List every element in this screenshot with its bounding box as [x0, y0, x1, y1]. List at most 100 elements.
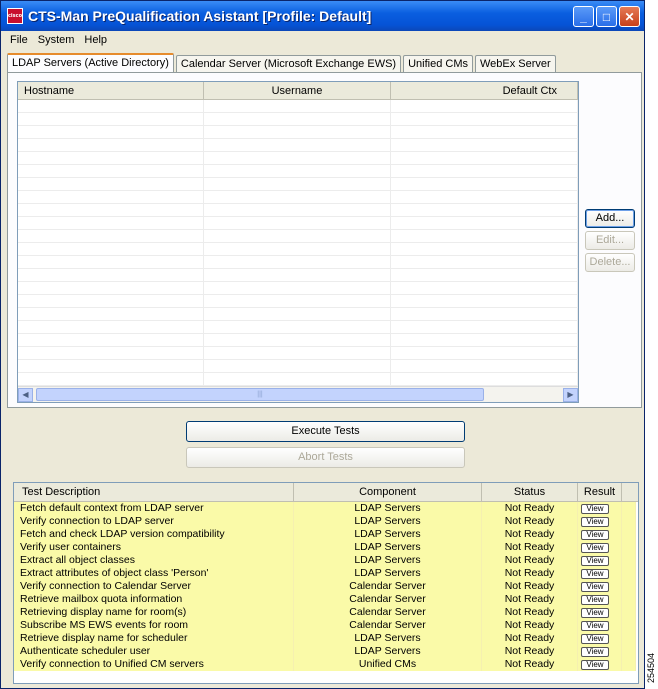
title-bar[interactable]: cisco CTS-Man PreQualification Asistant … [1, 1, 644, 31]
result-row[interactable]: Extract attributes of object class 'Pers… [14, 567, 638, 580]
result-row[interactable]: Fetch and check LDAP version compatibili… [14, 528, 638, 541]
result-row[interactable]: Verify connection to Calendar Server Cale… [14, 580, 638, 593]
ldap-tab-panel: Hostname Username Default Ctx ◀ ||| ▶ [7, 72, 642, 408]
server-table-cell [18, 165, 205, 177]
maximize-button[interactable]: □ [596, 6, 617, 27]
column-status[interactable]: Status [482, 483, 578, 501]
column-hostname[interactable]: Hostname [18, 82, 205, 99]
tab-calendar-server[interactable]: Calendar Server (Microsoft Exchange EWS) [175, 55, 402, 73]
result-row[interactable]: Verify connection to LDAP server LDAP Ser… [14, 515, 638, 528]
delete-button[interactable]: Delete... [585, 253, 635, 272]
result-component: LDAP Servers [294, 541, 482, 554]
server-table-empty-row [18, 321, 578, 334]
server-table-cell [18, 113, 205, 125]
view-result-button[interactable]: View [581, 594, 609, 605]
column-username[interactable]: Username [204, 82, 391, 99]
scroll-right-arrow-icon[interactable]: ▶ [563, 387, 578, 402]
result-row[interactable]: Retrieve mailbox quota information Calend… [14, 593, 638, 606]
execute-tests-button[interactable]: Execute Tests [186, 421, 465, 442]
server-table-cell [391, 347, 578, 359]
view-result-button[interactable]: View [581, 581, 609, 592]
result-description: Retrieving display name for room(s) [14, 606, 294, 619]
result-row-pad [622, 515, 636, 528]
view-result-button[interactable]: View [581, 646, 609, 657]
result-description: Fetch and check LDAP version compatibili… [14, 528, 294, 541]
results-table[interactable]: Test Description Component Status Result… [13, 482, 639, 684]
server-table-cell [204, 334, 391, 346]
server-table-cell [204, 347, 391, 359]
result-description: Retrieve display name for scheduler [14, 632, 294, 645]
scroll-left-arrow-icon[interactable]: ◀ [18, 387, 33, 402]
server-table-cell [391, 230, 578, 242]
server-table-cell [18, 243, 205, 255]
column-default-ctx[interactable]: Default Ctx [391, 82, 578, 99]
result-row[interactable]: Verify connection to Unified CM servers U… [14, 658, 638, 671]
result-row[interactable]: Authenticate scheduler user LDAP Servers N… [14, 645, 638, 658]
column-test-description[interactable]: Test Description [14, 483, 294, 501]
server-table-cell [18, 334, 205, 346]
tab-ldap-servers[interactable]: LDAP Servers (Active Directory) [7, 53, 174, 73]
server-table-cell [204, 373, 391, 385]
view-result-button[interactable]: View [581, 529, 609, 540]
menu-help[interactable]: Help [79, 34, 112, 46]
result-cell: View [578, 593, 622, 606]
result-cell: View [578, 502, 622, 515]
result-row[interactable]: Retrieving display name for room(s) Calen… [14, 606, 638, 619]
edit-button[interactable]: Edit... [585, 231, 635, 250]
close-button[interactable]: ✕ [619, 6, 640, 27]
menu-system[interactable]: System [33, 34, 80, 46]
server-table-empty-row [18, 334, 578, 347]
server-table-cell [391, 308, 578, 320]
view-result-button[interactable]: View [581, 568, 609, 579]
server-table-cell [204, 308, 391, 320]
result-row-pad [622, 645, 636, 658]
abort-tests-button[interactable]: Abort Tests [186, 447, 465, 468]
result-component: Calendar Server [294, 580, 482, 593]
result-description: Verify connection to Unified CM servers [14, 658, 294, 671]
server-table-header: Hostname Username Default Ctx [18, 82, 578, 100]
result-cell: View [578, 658, 622, 671]
server-table-cell [391, 256, 578, 268]
server-table-cell [18, 191, 205, 203]
result-status: Not Ready [482, 619, 578, 632]
result-description: Extract all object classes [14, 554, 294, 567]
server-table-cell [204, 269, 391, 281]
result-row[interactable]: Extract all object classes LDAP Servers No… [14, 554, 638, 567]
server-table-body[interactable] [18, 100, 578, 386]
result-description: Authenticate scheduler user [14, 645, 294, 658]
result-row[interactable]: Verify user containers LDAP Servers Not Re… [14, 541, 638, 554]
view-result-button[interactable]: View [581, 659, 609, 670]
result-component: LDAP Servers [294, 567, 482, 580]
server-table-cell [18, 269, 205, 281]
server-table-cell [204, 178, 391, 190]
view-result-button[interactable]: View [581, 620, 609, 631]
view-result-button[interactable]: View [581, 555, 609, 566]
result-row[interactable]: Fetch default context from LDAP server LD… [14, 502, 638, 515]
server-table[interactable]: Hostname Username Default Ctx ◀ ||| ▶ [17, 81, 579, 403]
view-result-button[interactable]: View [581, 607, 609, 618]
server-table-empty-row [18, 204, 578, 217]
server-table-cell [18, 360, 205, 372]
result-status: Not Ready [482, 606, 578, 619]
view-result-button[interactable]: View [581, 542, 609, 553]
view-result-button[interactable]: View [581, 503, 609, 514]
tab-webex-server[interactable]: WebEx Server [474, 55, 556, 73]
column-result[interactable]: Result [578, 483, 622, 501]
server-table-cell [391, 282, 578, 294]
server-table-cell [204, 126, 391, 138]
scroll-thumb[interactable]: ||| [36, 388, 484, 401]
result-cell: View [578, 606, 622, 619]
horizontal-scrollbar[interactable]: ◀ ||| ▶ [18, 386, 578, 402]
view-result-button[interactable]: View [581, 633, 609, 644]
add-button[interactable]: Add... [585, 209, 635, 228]
column-component[interactable]: Component [294, 483, 482, 501]
result-component: LDAP Servers [294, 528, 482, 541]
result-row[interactable]: Subscribe MS EWS events for room Calendar… [14, 619, 638, 632]
view-result-button[interactable]: View [581, 516, 609, 527]
server-table-empty-row [18, 100, 578, 113]
minimize-button[interactable]: _ [573, 6, 594, 27]
result-row[interactable]: Retrieve display name for scheduler LDAP … [14, 632, 638, 645]
server-table-cell [18, 100, 205, 112]
tab-unified-cms[interactable]: Unified CMs [403, 55, 473, 73]
menu-file[interactable]: File [5, 34, 33, 46]
